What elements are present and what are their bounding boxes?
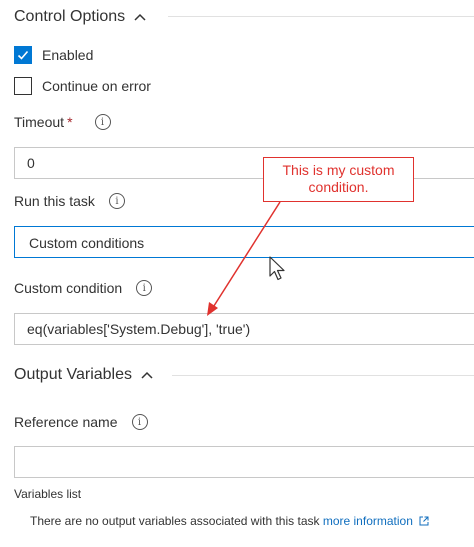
annotation-arrow — [207, 201, 281, 316]
annotation-line-2: condition. — [308, 179, 369, 195]
annotation-line-1: This is my custom — [282, 162, 395, 178]
annotation-callout: This is my custom condition. — [263, 157, 414, 202]
